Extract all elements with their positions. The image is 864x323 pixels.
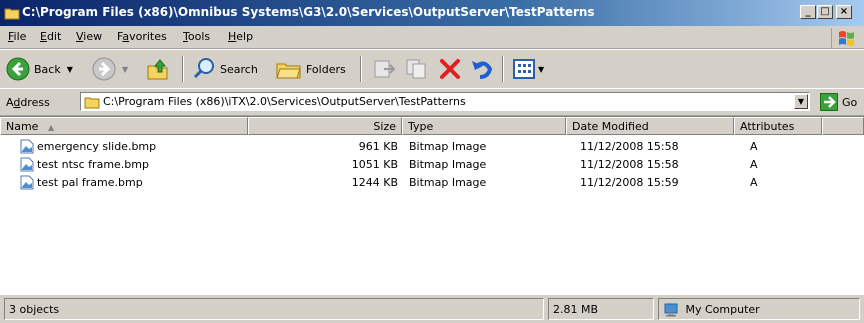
- window-title: C:\Program Files (x86)\Omnibus Systems\G…: [22, 5, 595, 19]
- forward-icon: [92, 57, 116, 81]
- back-dropdown-icon[interactable]: ▼: [67, 65, 73, 74]
- column-header-type[interactable]: Type: [402, 117, 566, 135]
- up-folder-button[interactable]: [146, 56, 170, 82]
- undo-button[interactable]: [470, 56, 494, 82]
- status-zone: My Computer: [658, 298, 860, 320]
- search-button[interactable]: Search: [192, 56, 258, 82]
- column-header-name[interactable]: Name ▲: [0, 117, 248, 135]
- address-input[interactable]: C:\Program Files (x86)\iTX\2.0\Services\…: [80, 92, 810, 111]
- back-icon: [6, 57, 30, 81]
- menu-favorites[interactable]: Favorites: [117, 30, 167, 43]
- maximize-button[interactable]: □: [817, 5, 833, 19]
- standard-toolbar: Back ▼ ▼ Search Folders ▼: [0, 49, 864, 89]
- go-icon: [820, 93, 838, 111]
- file-name: test pal frame.bmp: [37, 176, 143, 189]
- folder-icon: [84, 97, 100, 109]
- column-header-date-modified[interactable]: Date Modified: [566, 117, 734, 135]
- explorer-window: C:\Program Files (x86)\Omnibus Systems\G…: [0, 0, 864, 323]
- status-objects: 3 objects: [4, 298, 544, 320]
- file-type: Bitmap Image: [409, 176, 487, 189]
- file-date-modified: 11/12/2008 15:59: [580, 176, 679, 189]
- file-list[interactable]: Name ▲ Size Type Date Modified Attribute…: [0, 116, 864, 295]
- folder-icon: [4, 8, 20, 20]
- file-name: emergency slide.bmp: [37, 140, 157, 153]
- my-computer-icon: [664, 303, 678, 317]
- copy-to-icon: [406, 59, 426, 79]
- undo-icon: [472, 61, 493, 79]
- file-date-modified: 11/12/2008 15:58: [580, 158, 679, 171]
- toolbar-separator: [182, 56, 184, 82]
- menu-help[interactable]: Help: [228, 30, 253, 43]
- close-button[interactable]: ×: [836, 5, 852, 19]
- folders-button[interactable]: Folders: [276, 56, 346, 82]
- back-button[interactable]: Back ▼: [6, 56, 73, 82]
- folders-label: Folders: [306, 62, 346, 76]
- toolbar-separator: [360, 56, 362, 82]
- menu-view[interactable]: View: [76, 30, 102, 43]
- file-size: 1244 KB: [351, 176, 398, 189]
- views-icon: [513, 59, 535, 79]
- column-header-size[interactable]: Size: [248, 117, 402, 135]
- list-item[interactable]: test ntsc frame.bmp 1051 KB Bitmap Image…: [0, 157, 864, 173]
- file-name: test ntsc frame.bmp: [37, 158, 149, 171]
- file-size: 961 KB: [358, 140, 398, 153]
- forward-dropdown-icon[interactable]: ▼: [122, 65, 128, 74]
- menu-edit[interactable]: Edit: [40, 30, 61, 43]
- list-item[interactable]: test pal frame.bmp 1244 KB Bitmap Image …: [0, 175, 864, 191]
- status-size: 2.81 MB: [548, 298, 654, 320]
- bitmap-file-icon: [20, 157, 34, 172]
- search-label: Search: [220, 62, 258, 76]
- title-bar[interactable]: C:\Program Files (x86)\Omnibus Systems\G…: [0, 0, 864, 26]
- views-dropdown-icon[interactable]: ▼: [538, 65, 544, 74]
- address-label: Address: [6, 96, 50, 109]
- move-to-button[interactable]: [372, 56, 398, 82]
- forward-button[interactable]: ▼: [92, 56, 128, 82]
- file-attributes: A: [750, 158, 758, 171]
- column-header-filler: [822, 117, 864, 135]
- list-header: Name ▲ Size Type Date Modified Attribute…: [0, 117, 864, 135]
- status-bar: 3 objects 2.81 MB My Computer: [0, 296, 864, 323]
- search-icon: [193, 58, 214, 79]
- file-date-modified: 11/12/2008 15:58: [580, 140, 679, 153]
- address-value: C:\Program Files (x86)\iTX\2.0\Services\…: [103, 95, 466, 108]
- address-bar: Address C:\Program Files (x86)\iTX\2.0\S…: [0, 88, 864, 116]
- bitmap-file-icon: [20, 175, 34, 190]
- up-folder-icon: [147, 59, 168, 80]
- delete-button[interactable]: [438, 56, 462, 82]
- file-attributes: A: [750, 176, 758, 189]
- go-label: Go: [842, 95, 858, 109]
- menu-file[interactable]: File: [8, 30, 26, 43]
- views-button[interactable]: ▼: [512, 56, 544, 82]
- status-zone-label: My Computer: [685, 303, 760, 316]
- file-size: 1051 KB: [351, 158, 398, 171]
- file-type: Bitmap Image: [409, 140, 487, 153]
- toolbar-separator: [502, 56, 504, 82]
- delete-icon: [440, 59, 460, 79]
- go-button[interactable]: Go: [820, 93, 857, 111]
- sort-ascending-icon: ▲: [47, 123, 55, 132]
- back-label: Back: [34, 62, 61, 76]
- menu-tools[interactable]: Tools: [183, 30, 210, 43]
- file-type: Bitmap Image: [409, 158, 487, 171]
- move-to-icon: [374, 60, 396, 78]
- address-dropdown-icon[interactable]: ▼: [794, 94, 808, 109]
- folders-icon: [276, 63, 301, 79]
- file-attributes: A: [750, 140, 758, 153]
- minimize-button[interactable]: _: [800, 5, 816, 19]
- copy-to-button[interactable]: [404, 56, 430, 82]
- windows-logo-icon: [831, 28, 858, 48]
- column-header-attributes[interactable]: Attributes: [734, 117, 822, 135]
- bitmap-file-icon: [20, 139, 34, 154]
- menu-bar: File Edit View Favorites Tools Help: [0, 26, 864, 49]
- list-item[interactable]: emergency slide.bmp 961 KB Bitmap Image …: [0, 139, 864, 155]
